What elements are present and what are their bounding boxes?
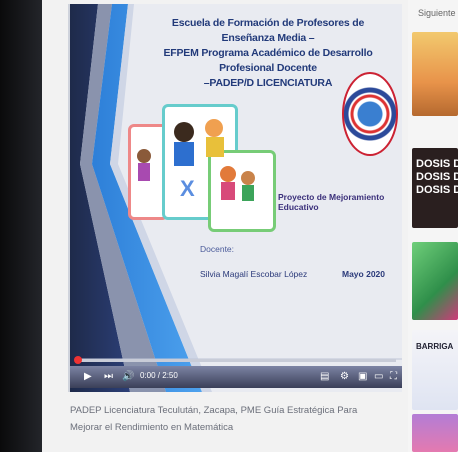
recommended-thumbnail[interactable] [412,414,458,452]
subtitles-icon[interactable]: ▤ [320,371,329,382]
slide-teacher-name: Silvia Magalí Escobar López [200,269,308,279]
slide-title-line: EFPEM Programa Académico de Desarrollo P… [163,47,373,74]
play-icon[interactable]: ▶ [84,371,92,382]
next-icon[interactable]: ⏭ [104,371,113,382]
university-seal-logo [342,72,398,156]
thumbnail-text: DOSIS D DOSIS D DOSIS D [416,158,458,196]
slide-teacher-label: Docente: [200,244,235,254]
time-display: 0:00 / 2:50 [140,371,178,380]
recommended-thumbnail[interactable] [412,242,458,320]
svg-text:X: X [180,176,195,201]
miniplayer-icon[interactable]: ▣ [358,371,367,382]
up-next-label: Siguiente [418,8,456,18]
slide-project-title: Proyecto de Mejoramiento Educativo [278,192,385,212]
slide-date: Mayo 2020 [342,269,385,279]
slide-title-line: Escuela de Formación de Profesores de En… [171,17,365,44]
video-title[interactable]: PADEP Licenciatura Teculután, Zacapa, PM… [70,402,388,436]
video-player[interactable]: Escuela de Formación de Profesores de En… [68,4,402,392]
recommended-thumbnail[interactable] [412,32,458,116]
player-controls: ▶ ⏭ 🔊 0:00 / 2:50 ▤ ⚙ ▣ ▭ ⛶ [70,366,402,388]
screen-bezel-left [0,0,42,452]
volume-icon[interactable]: 🔊 [122,371,134,382]
progress-scrubber[interactable] [74,356,82,364]
theater-icon[interactable]: ▭ [374,371,383,382]
fullscreen-icon[interactable]: ⛶ [390,371,397,382]
children-figures: X [137,119,255,201]
children-illustration: X [128,104,276,232]
thumbnail-text: BARRIGA [416,342,454,351]
progress-bar[interactable] [74,356,396,364]
settings-icon[interactable]: ⚙ [340,371,349,382]
recommended-thumbnail[interactable]: DOSIS D DOSIS D DOSIS D [412,148,458,228]
recommended-thumbnail[interactable]: BARRIGA [412,330,458,410]
